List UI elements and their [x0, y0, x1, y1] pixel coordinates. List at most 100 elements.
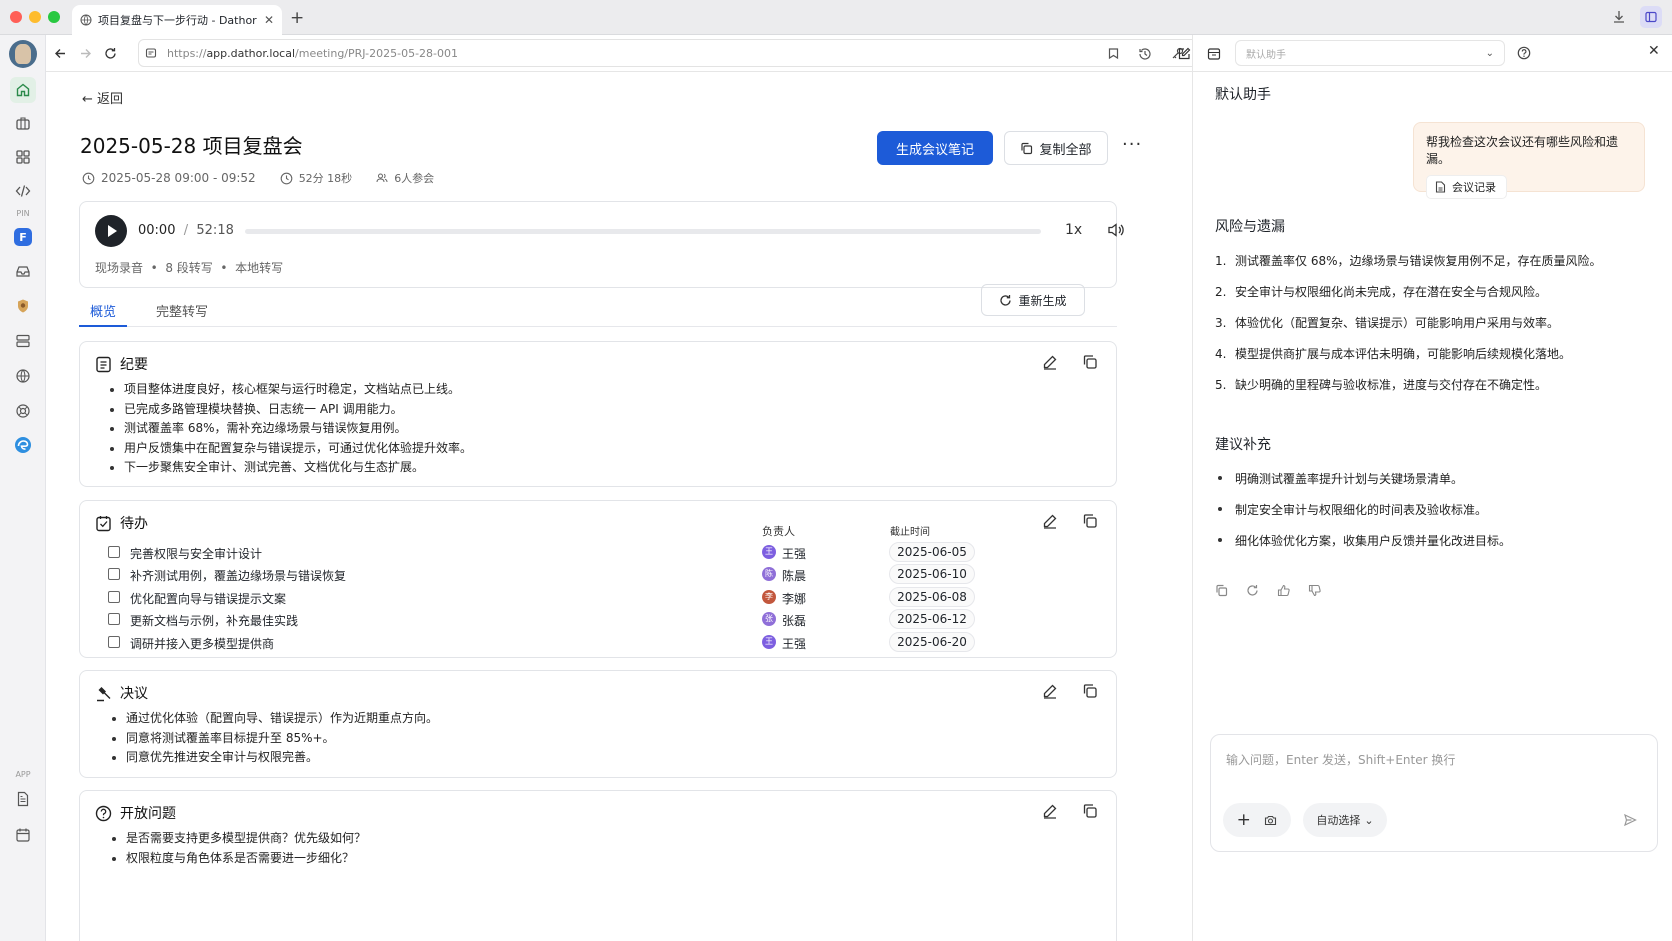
user-avatar[interactable] [9, 40, 37, 68]
risks-heading: 风险与遗漏 [1215, 219, 1285, 235]
reload-icon[interactable] [104, 47, 117, 60]
todo-checkbox[interactable] [108, 546, 120, 558]
help-icon[interactable] [1517, 46, 1531, 60]
new-tab-button[interactable]: + [290, 8, 304, 28]
back-arrow-icon[interactable] [54, 47, 67, 60]
todo-task: 更新文档与示例，补充最佳实践 [130, 614, 299, 628]
tab-transcript[interactable]: 完整转写 [156, 301, 208, 320]
home-icon[interactable] [10, 77, 36, 103]
owner-avatar: 李 [762, 590, 776, 604]
calendar-icon[interactable] [11, 823, 35, 847]
sidebar-icon [1645, 11, 1657, 23]
todo-checkbox[interactable] [108, 591, 120, 603]
progress-track[interactable] [245, 229, 1041, 234]
play-button[interactable] [95, 215, 127, 247]
more-options-button[interactable]: ··· [1122, 134, 1142, 155]
meta-time: 2025-05-28 09:00 - 09:52 [82, 171, 256, 185]
owner-avatar: 陈 [762, 567, 776, 581]
todo-task: 完善权限与安全审计设计 [130, 547, 263, 561]
close-tab-icon[interactable]: ✕ [264, 13, 274, 27]
speed-button[interactable]: 1x [1065, 222, 1082, 238]
url-path: /meeting/PRJ-2025-05-28-001 [295, 46, 459, 60]
summary-item: 测试覆盖率 68%，需补充边缘场景与错误恢复用例。 [109, 419, 472, 439]
badge-app-icon[interactable] [11, 294, 35, 318]
camera-icon[interactable] [1264, 814, 1277, 827]
summary-list: 项目整体进度良好，核心框架与运行时稳定，文档站点已上线。 已完成多路管理模块替换… [109, 380, 472, 478]
copy-all-button[interactable]: 复制全部 [1004, 131, 1108, 165]
chevron-down-icon: ⌄ [1485, 47, 1494, 59]
bookmark-icon[interactable] [1107, 47, 1120, 60]
browser-tab[interactable]: 项目复盘与下一步行动 - Dathor ✕ [72, 5, 282, 35]
assistant-select[interactable]: 默认助手 ⌄ [1235, 40, 1505, 66]
panel-icon[interactable] [1207, 47, 1221, 61]
history-icon[interactable] [1138, 47, 1152, 61]
volume-icon[interactable] [1107, 222, 1125, 238]
questions-header: 开放问题 [95, 803, 176, 823]
chevron-down-icon: ⌄ [1364, 813, 1374, 827]
edit-icon[interactable] [1042, 803, 1058, 819]
chat-input-placeholder[interactable]: 输入问题，Enter 发送，Shift+Enter 换行 [1226, 751, 1455, 768]
code-icon[interactable] [11, 179, 35, 203]
edge-browser-icon[interactable] [11, 433, 35, 457]
generate-notes-button[interactable]: 生成会议笔记 [877, 131, 993, 165]
copy-icon[interactable] [1082, 683, 1098, 699]
close-window-button[interactable] [10, 11, 22, 23]
server-icon[interactable] [11, 329, 35, 353]
todo-row: 调研并接入更多模型提供商 王 王强 2025-06-20 [102, 632, 1102, 654]
edit-icon[interactable] [1042, 683, 1058, 699]
retry-icon[interactable] [1246, 584, 1259, 597]
compose-icon[interactable] [1177, 47, 1191, 61]
todo-due-date[interactable]: 2025-06-12 [889, 609, 975, 629]
edit-icon[interactable] [1042, 513, 1058, 529]
mode-select[interactable]: 自动选择 ⌄ [1303, 803, 1387, 837]
url-bar[interactable]: https://app.dathor.local/meeting/PRJ-202… [138, 39, 1220, 67]
user-message-text: 帮我检查这次会议还有哪些风险和遗漏。 [1426, 135, 1619, 166]
todo-due-date[interactable]: 2025-06-20 [889, 632, 975, 652]
copy-icon[interactable] [1082, 354, 1098, 370]
sidebar-toggle-button[interactable] [1640, 6, 1662, 28]
send-icon[interactable] [1623, 813, 1637, 827]
summary-item: 已完成多路管理模块替换、日志统一 API 调用能力。 [109, 400, 472, 420]
file-icon [1435, 181, 1446, 193]
tab-overview[interactable]: 概览 [90, 301, 116, 320]
maximize-window-button[interactable] [48, 11, 60, 23]
regenerate-button[interactable]: 重新生成 [981, 284, 1085, 316]
support-icon[interactable] [11, 399, 35, 423]
todo-task: 调研并接入更多模型提供商 [130, 637, 275, 651]
inbox-icon[interactable] [11, 259, 35, 283]
pin-section-label: PIN [16, 209, 30, 218]
todo-checkbox[interactable] [108, 568, 120, 580]
todo-row: 补齐测试用例，覆盖边缘场景与错误恢复 陈 陈晨 2025-06-10 [102, 564, 1102, 586]
copy-icon[interactable] [1082, 803, 1098, 819]
chat-input-box[interactable]: 输入问题，Enter 发送，Shift+Enter 换行 + 自动选择 ⌄ [1210, 734, 1658, 852]
attachment-chip[interactable]: 会议记录 [1426, 175, 1507, 199]
meeting-detail: ← 返回 2025-05-28 项目复盘会 2025-05-28 09:00 -… [46, 72, 1192, 941]
copy-icon [1021, 142, 1033, 154]
play-icon [108, 225, 117, 237]
thumbs-up-icon[interactable] [1277, 584, 1290, 597]
back-link[interactable]: ← 返回 [82, 88, 123, 107]
todo-due-date[interactable]: 2025-06-05 [889, 542, 975, 562]
todo-due-date[interactable]: 2025-06-08 [889, 587, 975, 607]
copy-icon[interactable] [1215, 584, 1228, 597]
edit-icon[interactable] [1042, 354, 1058, 370]
todo-due-date[interactable]: 2025-06-10 [889, 564, 975, 584]
todo-checkbox[interactable] [108, 613, 120, 625]
download-icon[interactable] [1612, 10, 1626, 24]
minimize-window-button[interactable] [29, 11, 41, 23]
grid-icon[interactable] [11, 145, 35, 169]
thumbs-down-icon[interactable] [1308, 584, 1321, 597]
todo-checkbox[interactable] [108, 636, 120, 648]
copy-icon[interactable] [1082, 513, 1098, 529]
forward-arrow-icon[interactable] [79, 47, 92, 60]
suggestions-heading: 建议补充 [1215, 437, 1271, 453]
document-icon[interactable] [11, 787, 35, 811]
briefcase-icon[interactable] [11, 111, 35, 135]
site-settings-icon[interactable] [145, 47, 157, 59]
todo-task: 补齐测试用例，覆盖边缘场景与错误恢复 [130, 569, 347, 583]
f-app-icon[interactable]: F [11, 225, 35, 249]
todo-row: 优化配置向导与错误提示文案 李 李娜 2025-06-08 [102, 587, 1102, 609]
globe-nav-icon[interactable] [11, 364, 35, 388]
add-icon[interactable]: + [1237, 810, 1251, 830]
close-panel-icon[interactable]: ✕ [1648, 43, 1660, 59]
